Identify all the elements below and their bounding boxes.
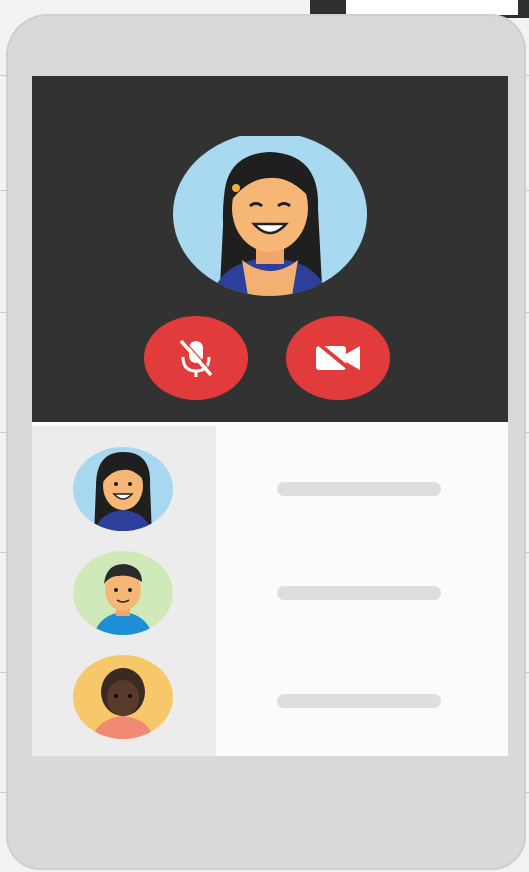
phone-screen: [32, 76, 508, 756]
person-dark-hair-avatar-icon: [73, 655, 173, 739]
participant-row[interactable]: [32, 446, 508, 536]
stop-video-button[interactable]: [286, 316, 390, 400]
background-white-tab: [346, 0, 518, 15]
participant-name-placeholder: [277, 694, 441, 708]
participant-name-placeholder: [277, 586, 441, 600]
mic-off-icon: [179, 338, 214, 377]
video-off-icon: [312, 338, 360, 378]
woman-avatar-icon: [73, 447, 173, 531]
phone-frame: [6, 14, 526, 870]
woman-avatar-icon: [173, 136, 367, 296]
participant-name-placeholder: [277, 482, 441, 496]
main-video-area: [32, 76, 508, 422]
participant-row[interactable]: [32, 654, 508, 744]
call-controls: [32, 316, 508, 406]
participant-list: [32, 426, 508, 756]
man-avatar-icon: [73, 551, 173, 635]
participant-row[interactable]: [32, 550, 508, 640]
mute-microphone-button[interactable]: [144, 316, 248, 400]
